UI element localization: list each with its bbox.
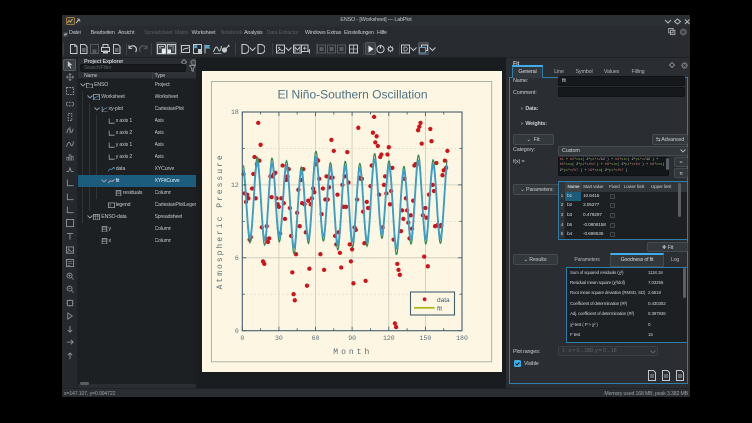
- svg-text:0: 0: [235, 327, 239, 334]
- svg-text:120: 120: [383, 335, 395, 342]
- svg-text:6: 6: [235, 255, 239, 262]
- svg-text:El Niño-Southern Oscillation: El Niño-Southern Oscillation: [277, 87, 427, 101]
- svg-text:Atmospheric Pressure: Atmospheric Pressure: [216, 153, 225, 289]
- svg-text:150: 150: [420, 335, 432, 342]
- svg-text:0: 0: [240, 335, 244, 342]
- svg-text:data: data: [437, 296, 450, 303]
- svg-text:Month: Month: [333, 348, 372, 357]
- svg-text:30: 30: [275, 335, 283, 342]
- svg-text:180: 180: [456, 335, 468, 342]
- svg-text:fit: fit: [437, 305, 442, 312]
- svg-text:12: 12: [231, 182, 239, 189]
- svg-text:90: 90: [348, 335, 356, 342]
- svg-text:18: 18: [231, 109, 239, 116]
- svg-text:60: 60: [312, 335, 320, 342]
